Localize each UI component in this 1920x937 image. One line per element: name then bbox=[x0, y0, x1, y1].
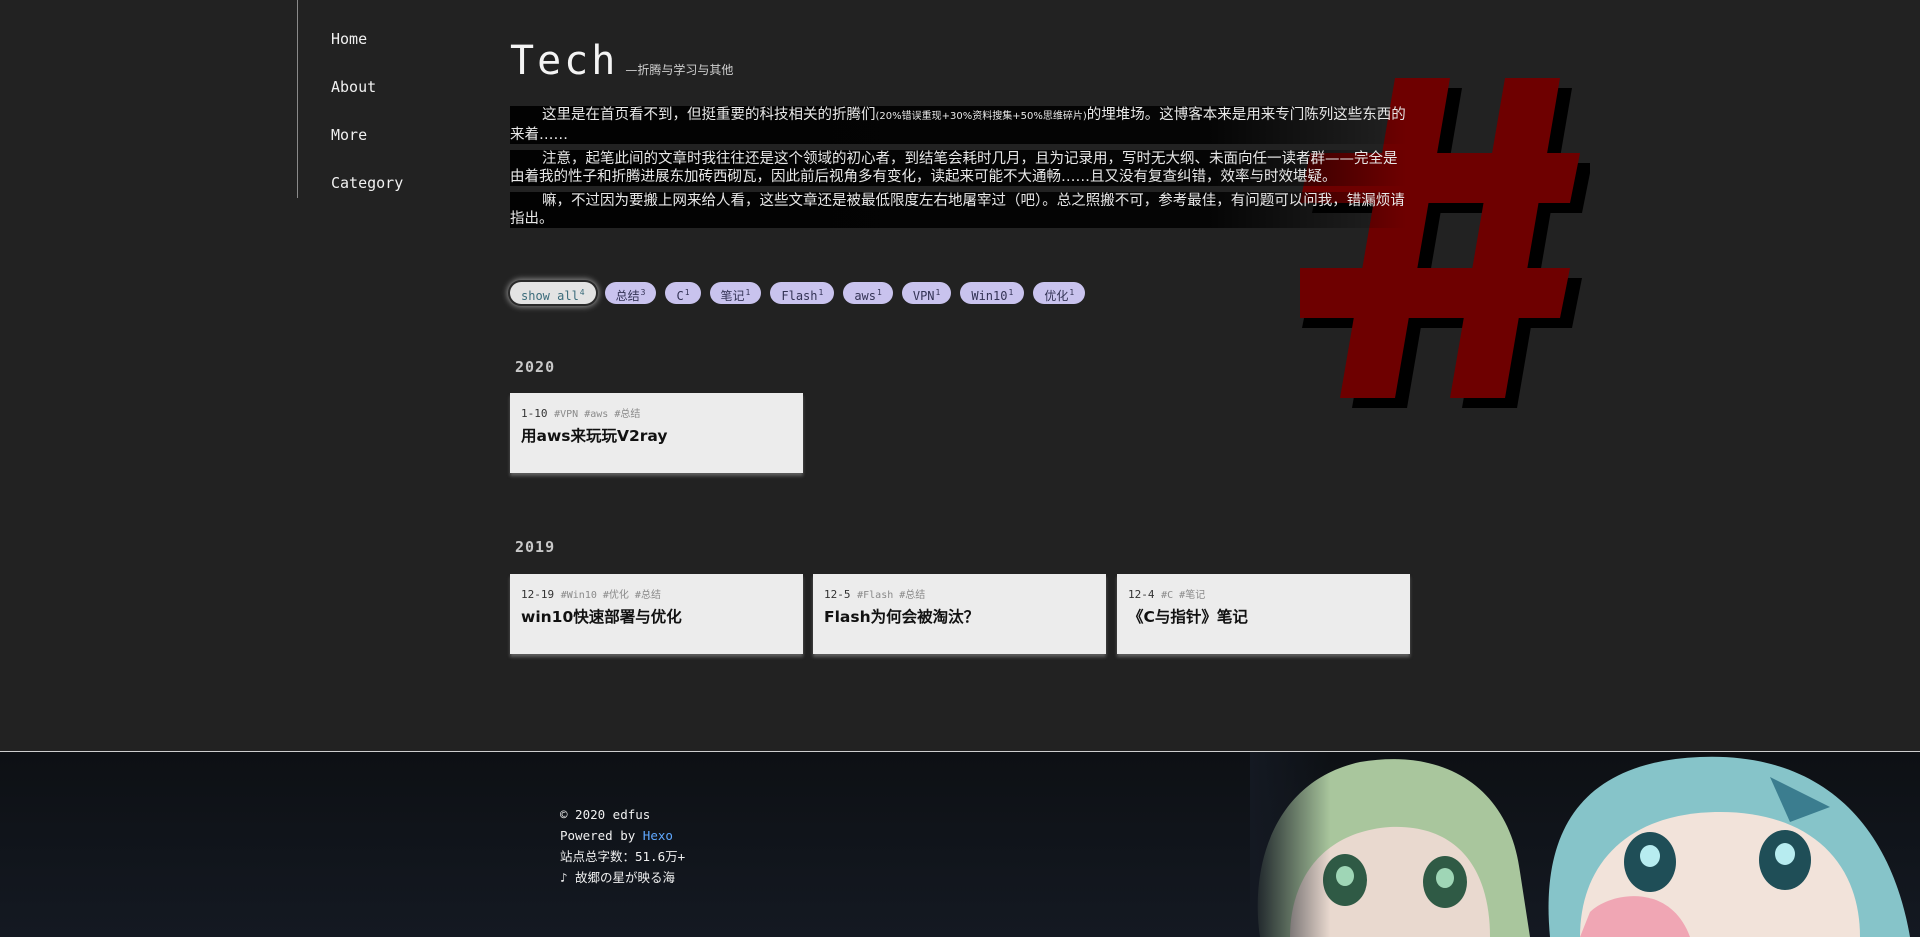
post-meta: 12-4 #C #笔记 bbox=[1128, 586, 1399, 601]
tag-label: 优化 bbox=[1044, 289, 1069, 303]
year-heading: 2019 bbox=[515, 538, 556, 556]
post-card[interactable]: 1-10 #VPN #aws #总结 用aws来玩玩V2ray bbox=[510, 393, 803, 473]
footer-wordcount: 站点总字数：51.6万+ bbox=[560, 849, 686, 864]
tag-notes[interactable]: 笔记1 bbox=[709, 282, 762, 304]
sidebar-nav: Home About More Category bbox=[331, 30, 403, 222]
post-date: 12-5 bbox=[824, 588, 851, 601]
tag-label: C bbox=[676, 289, 684, 303]
post-tags: #Flash #总结 bbox=[857, 590, 926, 601]
nav-home-link[interactable]: Home bbox=[331, 30, 403, 78]
tag-vpn[interactable]: VPN1 bbox=[901, 282, 952, 304]
post-meta: 12-19 #Win10 #优化 #总结 bbox=[521, 586, 792, 601]
post-meta: 12-5 #Flash #总结 bbox=[824, 586, 1095, 601]
tag-label: 总结 bbox=[615, 289, 640, 303]
page-header: Tech —折腾与学习与其他 bbox=[510, 38, 733, 84]
tag-flash[interactable]: Flash1 bbox=[770, 282, 835, 304]
footer-powered-prefix: Powered by bbox=[560, 828, 643, 843]
footer-copyright: © 2020 edfus bbox=[560, 807, 651, 822]
page-title: Tech bbox=[510, 38, 619, 84]
tag-aws[interactable]: aws1 bbox=[843, 282, 893, 304]
intro-paragraph-1: 这里是在首页看不到，但挺重要的科技相关的折腾们(20%错误重现+30%资料搜集+… bbox=[510, 106, 1406, 144]
hexo-link[interactable]: Hexo bbox=[643, 828, 673, 843]
post-date: 1-10 bbox=[521, 407, 548, 420]
tag-show-all[interactable]: show all4 bbox=[510, 282, 596, 304]
post-title: 《C与指针》笔记 bbox=[1128, 608, 1248, 626]
tag-count: 1 bbox=[745, 288, 751, 297]
tag-count: 1 bbox=[1069, 288, 1075, 297]
nav-category-link[interactable]: Category bbox=[331, 174, 403, 222]
tag-count: 1 bbox=[877, 288, 882, 297]
tag-label: VPN bbox=[912, 289, 935, 303]
tag-optimize[interactable]: 优化1 bbox=[1033, 282, 1086, 304]
post-title: 用aws来玩玩V2ray bbox=[521, 427, 668, 445]
intro-paragraph-3: 嘛，不过因为要搬上网来给人看，这些文章还是被最低限度左右地屠宰过（吧）。总之照搬… bbox=[510, 192, 1406, 228]
post-card[interactable]: 12-5 #Flash #总结 Flash为何会被淘汰？ bbox=[813, 574, 1106, 654]
page: Home About More Category Tech —折腾与学习与其他 … bbox=[0, 0, 1920, 937]
intro-text: 这里是在首页看不到，但挺重要的科技相关的折腾们(20%错误重现+30%资料搜集+… bbox=[510, 106, 1406, 234]
tag-count: 1 bbox=[818, 288, 824, 297]
page-subtitle: —折腾与学习与其他 bbox=[625, 63, 734, 77]
nav-about-link[interactable]: About bbox=[331, 78, 403, 126]
tag-label: show all bbox=[521, 289, 579, 303]
tag-count: 4 bbox=[579, 288, 585, 297]
tag-c[interactable]: C1 bbox=[665, 282, 701, 304]
tag-label: aws bbox=[854, 289, 877, 303]
tag-label: 笔记 bbox=[720, 289, 745, 303]
intro-paragraph-2: 注意，起笔此间的文章时我往往还是这个领域的初心者，到结笔会耗时几月，且为记录用，… bbox=[510, 150, 1406, 186]
footer-music-player[interactable]: ♪ 故郷の星が映る海 bbox=[560, 867, 685, 888]
nav-more-link[interactable]: More bbox=[331, 126, 403, 174]
footer-text: © 2020 edfus Powered by Hexo 站点总字数：51.6万… bbox=[560, 804, 685, 888]
post-card[interactable]: 12-19 #Win10 #优化 #总结 win10快速部署与优化 bbox=[510, 574, 803, 654]
post-title: Flash为何会被淘汰？ bbox=[824, 608, 980, 626]
post-card[interactable]: 12-4 #C #笔记 《C与指针》笔记 bbox=[1117, 574, 1410, 654]
anime-illustration bbox=[1250, 752, 1920, 937]
sidebar-divider bbox=[297, 0, 298, 198]
post-date: 12-4 bbox=[1128, 588, 1155, 601]
intro-p1-text-a: 这里是在首页看不到，但挺重要的科技相关的折腾们 bbox=[542, 107, 876, 123]
post-tags: #C #笔记 bbox=[1161, 590, 1206, 601]
post-tags: #Win10 #优化 #总结 bbox=[560, 590, 661, 601]
tag-win10[interactable]: Win101 bbox=[960, 282, 1025, 304]
tag-count: 1 bbox=[684, 288, 690, 297]
tag-label: Win10 bbox=[971, 289, 1008, 303]
post-title: win10快速部署与优化 bbox=[521, 608, 682, 626]
site-footer: © 2020 edfus Powered by Hexo 站点总字数：51.6万… bbox=[0, 752, 1920, 937]
footer-powered: Powered by Hexo bbox=[560, 825, 685, 846]
tag-filter-bar: show all4 总结3 C1 笔记1 Flash1 aws1 VPN1 Wi… bbox=[510, 282, 1086, 304]
post-meta: 1-10 #VPN #aws #总结 bbox=[521, 405, 792, 420]
post-date: 12-19 bbox=[521, 588, 555, 601]
tag-summary[interactable]: 总结3 bbox=[604, 282, 657, 304]
post-tags: #VPN #aws #总结 bbox=[554, 409, 641, 420]
intro-p1-small: (20%错误重现+30%资料搜集+50%思维碎片) bbox=[875, 111, 1087, 122]
tag-count: 1 bbox=[1008, 288, 1014, 297]
tag-label: Flash bbox=[781, 289, 818, 303]
year-heading: 2020 bbox=[515, 358, 556, 376]
tag-count: 3 bbox=[640, 288, 646, 297]
tag-count: 1 bbox=[935, 288, 941, 297]
